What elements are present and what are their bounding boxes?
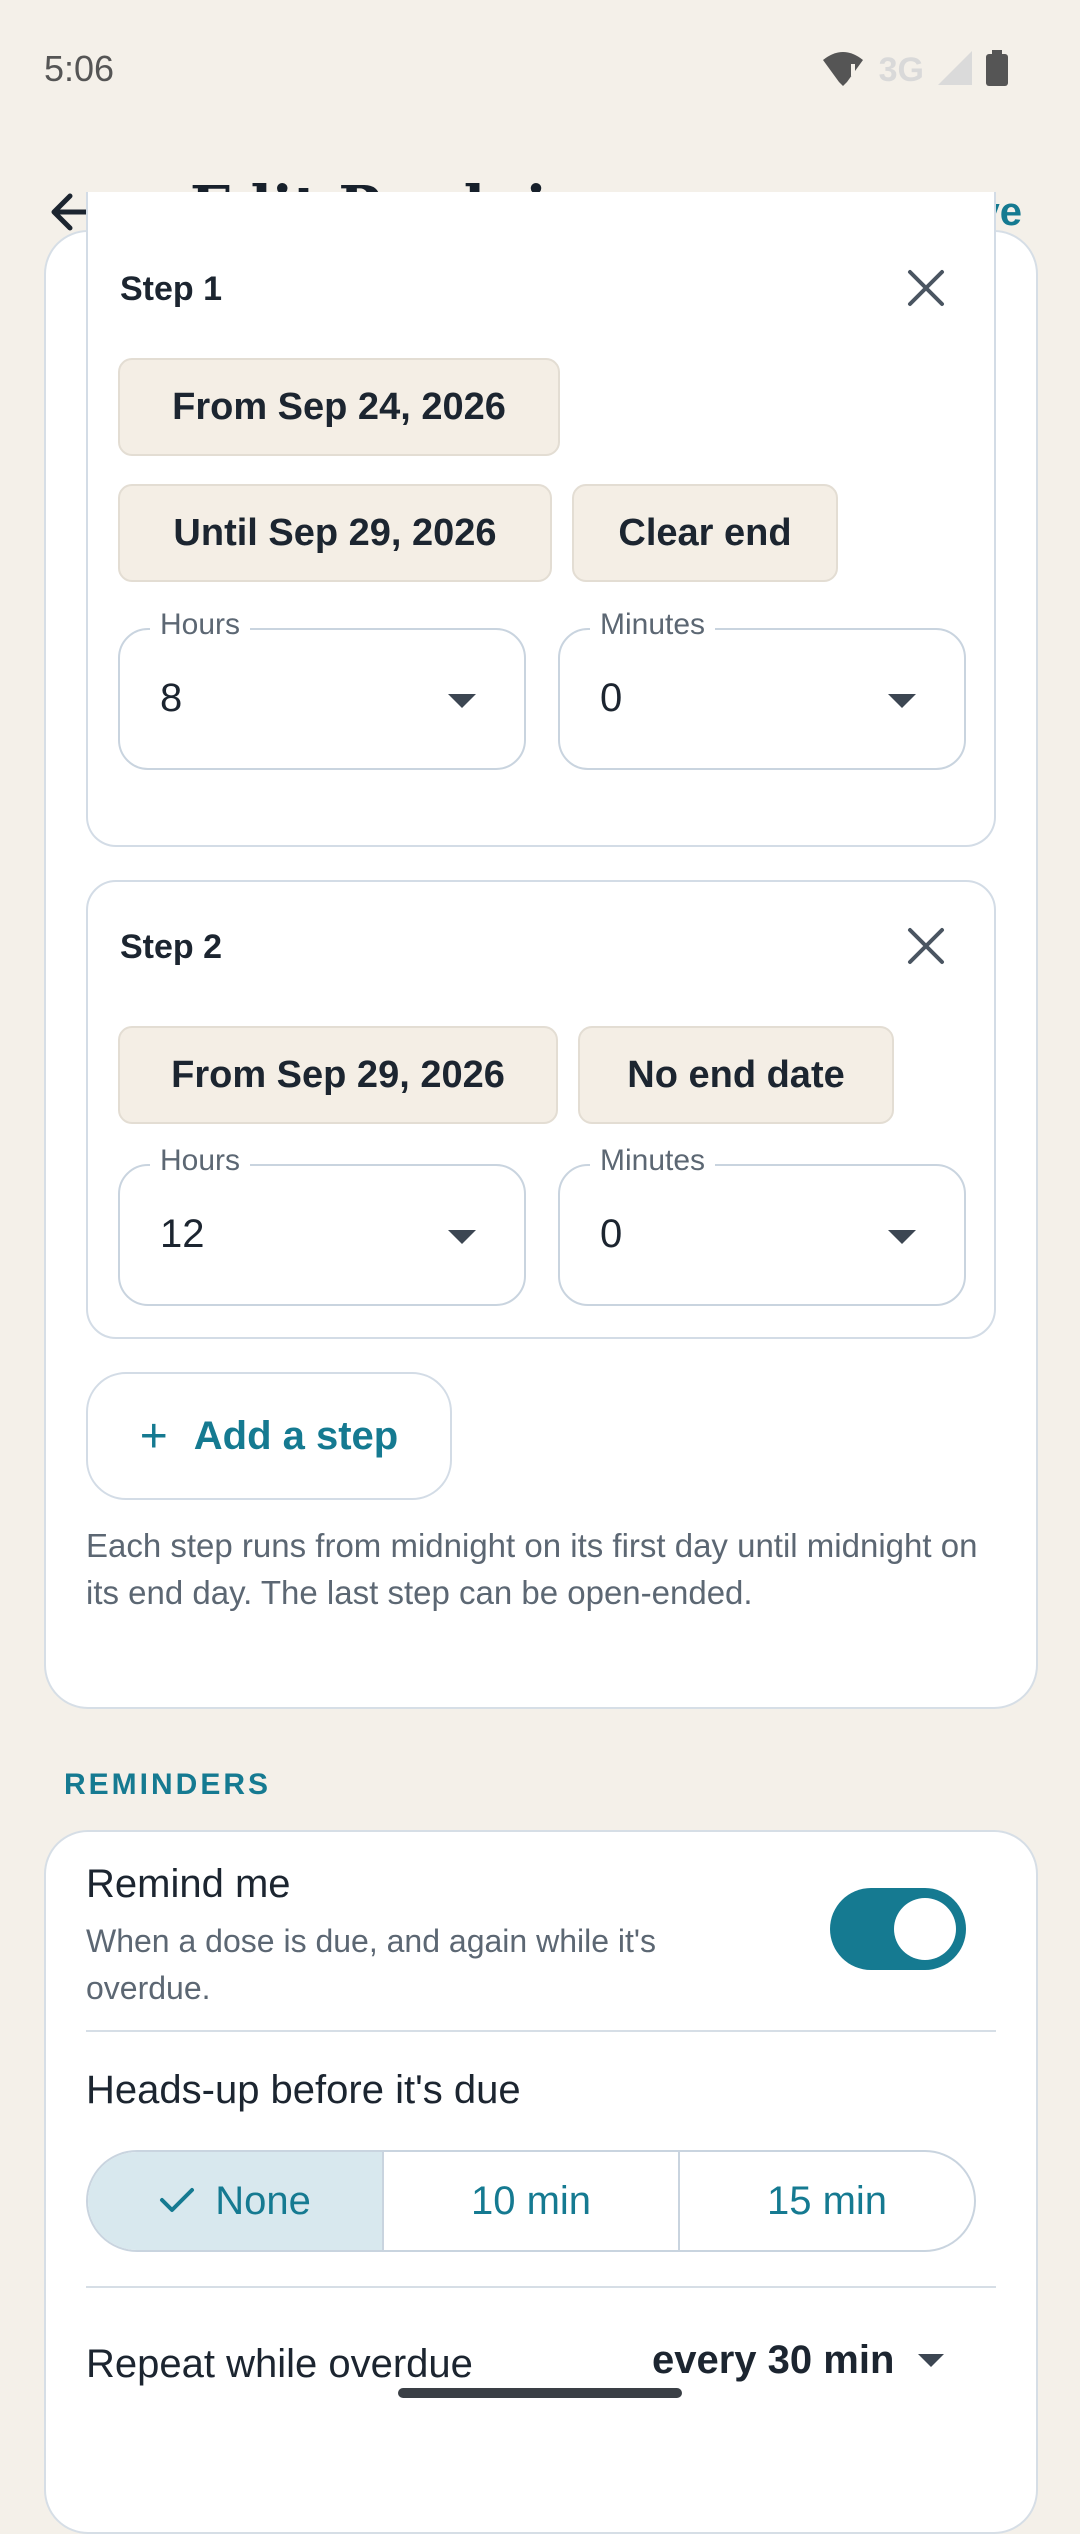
hours-value: 8 — [160, 676, 183, 720]
repeat-overdue-title: Repeat while overdue — [86, 2342, 473, 2386]
status-bar: 5:06 3G — [0, 0, 1080, 140]
from-date-chip[interactable]: From Sep 29, 2026 — [118, 1026, 558, 1124]
segment-label: 10 min — [470, 2178, 592, 2223]
step-title: Step 1 — [120, 270, 223, 308]
heads-up-option-10-min[interactable]: 10 min — [384, 2152, 680, 2250]
step-card-1: Step 1 From Sep 24, 2026 Until Sep 29, 2… — [86, 192, 996, 847]
help-text: Each step runs from midnight on its firs… — [86, 1527, 978, 1611]
close-icon — [906, 268, 946, 313]
plus-icon: + — [139, 1409, 168, 1463]
heads-up-option-15-min[interactable]: 15 min — [680, 2152, 974, 2250]
caret-down-icon — [448, 694, 476, 708]
segment-label: 15 min — [766, 2178, 888, 2223]
minutes-value: 0 — [600, 1212, 623, 1256]
remove-step-button[interactable] — [900, 264, 952, 316]
hours-select[interactable]: Hours 8 — [118, 608, 526, 770]
add-step-button[interactable]: + Add a step — [86, 1372, 452, 1500]
remind-me-toggle[interactable] — [830, 1888, 966, 1970]
step-card-2: Step 2 From Sep 29, 2026 No end date Hou… — [86, 880, 996, 1339]
hours-label: Hours — [150, 1144, 251, 1178]
divider — [86, 2030, 996, 2032]
reminders-card: Remind me When a dose is due, and again … — [44, 1830, 1038, 2534]
signal-icon — [938, 51, 972, 90]
caret-down-icon — [888, 1230, 916, 1244]
clear-end-chip[interactable]: Clear end — [572, 484, 838, 582]
network-type: 3G — [878, 51, 924, 89]
schedule-steps-card: Step 1 From Sep 24, 2026 Until Sep 29, 2… — [44, 192, 1038, 1709]
battery-icon — [986, 50, 1008, 91]
hours-label: Hours — [150, 608, 251, 642]
remind-me-subtitle: When a dose is due, and again while it's… — [86, 1923, 657, 2006]
heads-up-title: Heads-up before it's due — [86, 2068, 521, 2112]
hours-value: 12 — [160, 1212, 205, 1256]
minutes-label: Minutes — [590, 608, 716, 642]
hours-select[interactable]: Hours 12 — [118, 1144, 526, 1306]
caret-down-icon — [888, 694, 916, 708]
repeat-overdue-dropdown[interactable]: every 30 min — [652, 2338, 945, 2383]
from-date-chip[interactable]: From Sep 24, 2026 — [118, 358, 560, 456]
caret-down-icon — [918, 2354, 945, 2367]
status-icons: 3G — [821, 50, 1008, 91]
heads-up-option-none[interactable]: None — [88, 2152, 384, 2250]
repeat-overdue-value: every 30 min — [652, 2338, 895, 2382]
minutes-value: 0 — [600, 676, 623, 720]
status-time: 5:06 — [44, 48, 115, 89]
minutes-label: Minutes — [590, 1144, 716, 1178]
add-step-label: Add a step — [193, 1413, 399, 1458]
wifi-alert-icon — [821, 50, 865, 91]
remove-step-button[interactable] — [900, 922, 952, 974]
check-icon — [159, 2179, 195, 2224]
section-header-reminders: REMINDERS — [64, 1768, 272, 1801]
divider — [86, 2286, 996, 2288]
minutes-select[interactable]: Minutes 0 — [558, 608, 966, 770]
no-end-date-chip[interactable]: No end date — [578, 1026, 894, 1124]
step-title: Step 2 — [120, 928, 223, 966]
caret-down-icon — [448, 1230, 476, 1244]
segment-label: None — [215, 2178, 311, 2223]
heads-up-segmented-control: None 10 min 15 min — [86, 2150, 976, 2252]
home-indicator[interactable] — [398, 2388, 682, 2398]
until-date-chip[interactable]: Until Sep 29, 2026 — [118, 484, 552, 582]
close-icon — [906, 926, 946, 971]
remind-me-title: Remind me — [86, 1862, 291, 1906]
minutes-select[interactable]: Minutes 0 — [558, 1144, 966, 1306]
toggle-knob — [894, 1898, 956, 1960]
